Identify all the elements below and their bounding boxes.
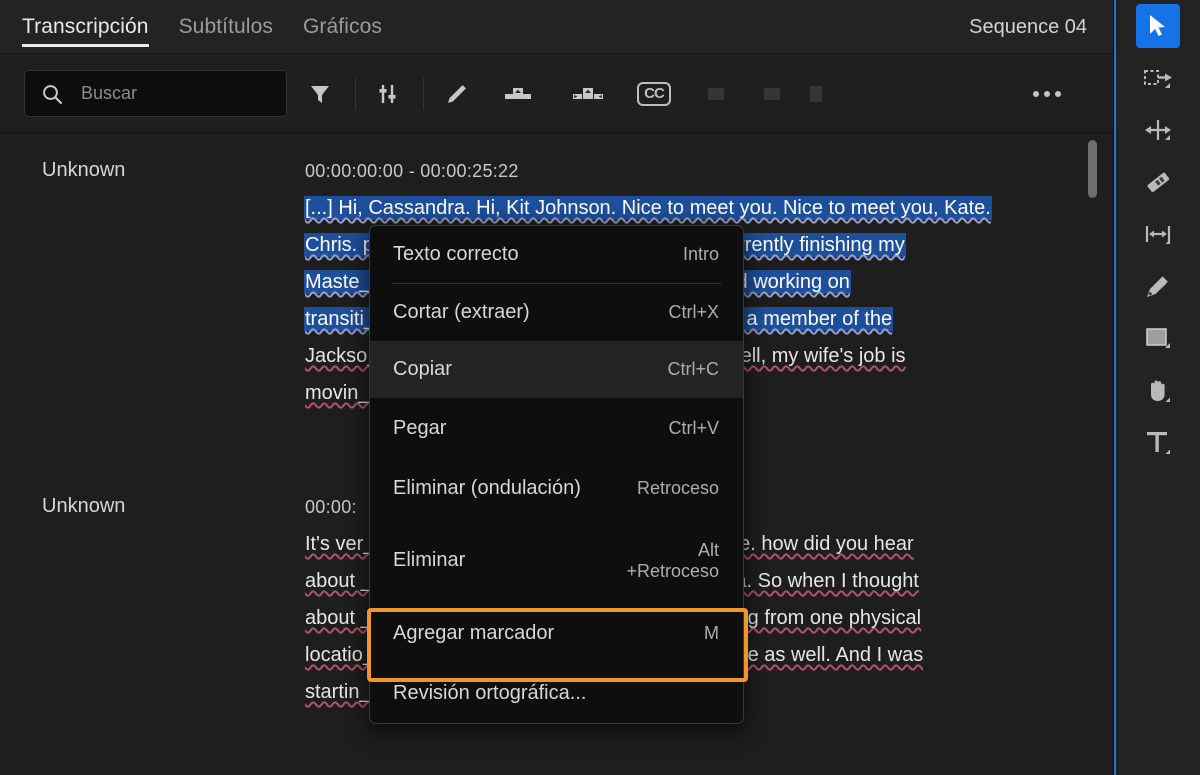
menu-item-shortcut: Ctrl+C xyxy=(667,359,719,379)
timecode-label: 00:00: xyxy=(305,497,357,517)
disabled-icon-2 xyxy=(748,70,795,117)
disabled-icon-3 xyxy=(792,70,839,117)
transcript-scrollbar[interactable] xyxy=(1088,140,1097,760)
tab-graficos[interactable]: Gráficos xyxy=(303,0,382,54)
transcript-toolbar: Buscar CC xyxy=(0,54,1113,133)
menu-item-shortcut: Ctrl+V xyxy=(668,417,719,438)
menu-item-label: Cortar (extraer) xyxy=(393,301,530,323)
menu-item-copiar[interactable]: Copiar Ctrl+C xyxy=(370,341,743,398)
selection-tool[interactable] xyxy=(1136,4,1180,48)
rate-stretch-tool[interactable] xyxy=(1136,212,1180,256)
tab-list: Transcripción Subtítulos Gráficos xyxy=(22,0,382,54)
filter-funnel-icon[interactable] xyxy=(296,70,343,117)
menu-item-eliminar-ondulacion[interactable]: Eliminar (ondulación) Retroceso xyxy=(370,458,743,518)
pen-tool[interactable] xyxy=(1136,264,1180,308)
menu-item-shortcut: Intro xyxy=(682,244,719,264)
menu-item-shortcut: Retroceso xyxy=(636,477,719,498)
tools-panel xyxy=(1113,0,1200,775)
type-tool[interactable] xyxy=(1136,420,1180,464)
menu-item-label: Eliminar xyxy=(393,549,466,571)
menu-item-texto-correcto[interactable]: Texto correcto Intro xyxy=(370,226,743,283)
menu-item-pegar[interactable]: Pegar Ctrl+V xyxy=(370,398,743,458)
menu-item-revision-ortografica[interactable]: Revisión ortográfica... xyxy=(370,663,743,723)
sliders-icon[interactable] xyxy=(364,70,411,117)
menu-item-cortar[interactable]: Cortar (extraer) Ctrl+X xyxy=(370,284,743,341)
merge-clips-icon[interactable] xyxy=(494,70,541,117)
search-input[interactable]: Buscar xyxy=(24,70,287,117)
toolbar-divider-2 xyxy=(423,78,424,110)
ripple-edit-tool[interactable] xyxy=(1136,108,1180,152)
split-clip-icon[interactable] xyxy=(564,70,611,117)
search-placeholder: Buscar xyxy=(81,83,138,103)
menu-item-label: Copiar xyxy=(393,358,452,380)
menu-item-label: Revisión ortográfica... xyxy=(393,681,587,704)
disabled-icon-1 xyxy=(692,70,739,117)
context-menu[interactable]: Texto correcto Intro Cortar (extraer) Ct… xyxy=(369,225,744,724)
toolbar-divider-1 xyxy=(355,78,356,110)
tab-subtitulos-label: Subtítulos xyxy=(178,15,273,38)
closed-captions-icon[interactable]: CC xyxy=(628,70,680,117)
rectangle-tool[interactable] xyxy=(1136,316,1180,360)
search-icon xyxy=(41,83,63,105)
more-options-icon[interactable] xyxy=(1022,70,1072,117)
hand-tool[interactable] xyxy=(1136,368,1180,412)
menu-item-label: Agregar marcador xyxy=(393,621,555,644)
sequence-title-label: Sequence 04 xyxy=(969,15,1087,38)
tools-panel-edge xyxy=(1114,0,1116,775)
menu-item-eliminar[interactable]: Eliminar Alt +Retroceso xyxy=(370,518,743,603)
menu-item-label: Eliminar (ondulación) xyxy=(393,476,581,499)
panel-tab-bar: Transcripción Subtítulos Gráficos Sequen… xyxy=(0,0,1113,54)
scrollbar-thumb[interactable] xyxy=(1088,140,1097,198)
menu-item-agregar-marcador[interactable]: Agregar marcador M xyxy=(370,603,743,663)
tab-transcripcion-label: Transcripción xyxy=(22,15,149,38)
speaker-label[interactable]: Unknown xyxy=(42,159,125,182)
tab-transcripcion[interactable]: Transcripción xyxy=(22,0,149,54)
razor-tool[interactable] xyxy=(1136,160,1180,204)
tab-graficos-label: Gráficos xyxy=(302,15,382,38)
speaker-label[interactable]: Unknown xyxy=(42,495,125,518)
track-select-forward-tool[interactable] xyxy=(1136,56,1180,100)
menu-item-label: Pegar xyxy=(393,416,447,439)
closed-captions-label: CC xyxy=(637,81,671,106)
tab-subtitulos[interactable]: Subtítulos xyxy=(179,0,273,54)
pencil-edit-icon[interactable] xyxy=(433,70,480,117)
timecode-label: 00:00:00:00 - 00:00:25:22 xyxy=(305,161,519,181)
sequence-title: Sequence 04 xyxy=(969,0,1087,54)
menu-item-label: Texto correcto xyxy=(393,243,519,265)
menu-item-shortcut: Alt +Retroceso xyxy=(626,539,719,581)
more-options-dots xyxy=(1033,90,1061,97)
menu-item-shortcut: M xyxy=(704,622,719,643)
premiere-text-panel-window: Transcripción Subtítulos Gráficos Sequen… xyxy=(0,0,1200,775)
menu-item-shortcut: Ctrl+X xyxy=(668,302,719,322)
